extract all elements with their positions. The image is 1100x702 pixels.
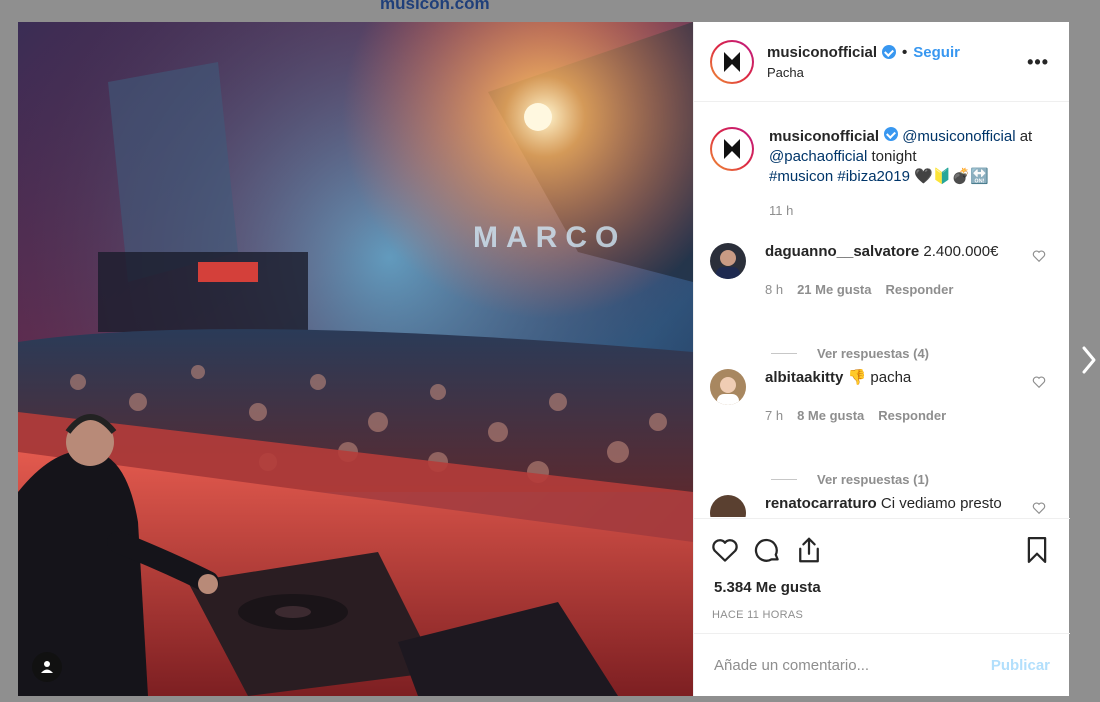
comment-username[interactable]: albitaakitty	[765, 369, 843, 386]
user-tag-icon[interactable]	[32, 652, 62, 682]
post-username[interactable]: musiconofficial	[767, 44, 877, 61]
like-comment-heart-icon[interactable]	[1032, 249, 1046, 263]
hashtag-links[interactable]: #musicon #ibiza2019	[769, 168, 910, 185]
post-header: musiconofficial • Seguir Pacha •••	[694, 22, 1069, 102]
photo-sign-text: MARCO	[473, 221, 626, 254]
caption-text: at	[1015, 128, 1033, 145]
follow-button[interactable]: Seguir	[913, 44, 960, 61]
comment-likes[interactable]: 21 Me gusta	[797, 281, 871, 299]
caption-time[interactable]: 11 h	[769, 201, 1059, 221]
view-replies[interactable]: Ver respuestas (4)	[771, 346, 929, 361]
post-location[interactable]: Pacha	[767, 65, 960, 80]
mention-link[interactable]: @pachaofficial	[769, 148, 867, 165]
concert-image: MARCO	[18, 22, 693, 696]
comment-text: Ci vediamo presto	[876, 495, 1002, 512]
post-photo[interactable]: MARCO	[18, 22, 693, 696]
post-modal: MARCO musiconofficial • Seguir Pacha •••…	[18, 22, 1070, 696]
comment-item: albitaakitty 👎 pacha 7 h 8 Me gusta Resp…	[710, 369, 1060, 425]
post-caption: musiconofficial @musiconofficial at @pac…	[710, 127, 1060, 221]
comments-list[interactable]: musiconofficial @musiconofficial at @pac…	[694, 103, 1070, 517]
comment-likes[interactable]: 8 Me gusta	[797, 407, 864, 425]
comment-text: 👎 pacha	[843, 369, 912, 386]
like-comment-heart-icon[interactable]	[1032, 501, 1046, 515]
caption-avatar[interactable]	[710, 127, 754, 171]
separator-dot: •	[902, 43, 908, 61]
next-post-chevron-right-icon[interactable]	[1078, 335, 1100, 385]
comment-text: 2.400.000€	[919, 243, 999, 260]
more-options-icon[interactable]: •••	[1027, 52, 1049, 73]
comment-username[interactable]: daguanno__salvatore	[765, 243, 919, 260]
verified-badge-icon	[884, 127, 899, 141]
reply-button[interactable]: Responder	[886, 281, 954, 299]
mention-link[interactable]: @musiconofficial	[902, 128, 1015, 145]
comment-username[interactable]: renatocarraturo	[765, 495, 877, 512]
comment-time[interactable]: 8 h	[765, 281, 783, 299]
musicon-logo-icon	[724, 139, 740, 159]
view-replies-label[interactable]: Ver respuestas (4)	[817, 346, 929, 361]
site-title[interactable]: musicon.com	[380, 0, 490, 14]
caption-username[interactable]: musiconofficial	[769, 128, 879, 145]
like-comment-heart-icon[interactable]	[1032, 375, 1046, 389]
add-comment-bar: Publicar	[694, 633, 1070, 696]
view-replies-label[interactable]: Ver respuestas (1)	[817, 472, 929, 487]
caption-text: tonight	[867, 148, 917, 165]
comment-avatar[interactable]	[710, 243, 746, 279]
likes-count[interactable]: 5.384 Me gusta	[714, 579, 821, 596]
comment-input[interactable]	[714, 656, 991, 674]
comment-item: renatocarraturo Ci vediamo presto	[710, 495, 1060, 517]
post-actions: 5.384 Me gusta HACE 11 HORAS	[694, 518, 1070, 633]
verified-badge-icon	[882, 45, 897, 59]
share-icon[interactable]	[794, 535, 824, 565]
comment-avatar[interactable]	[710, 369, 746, 405]
publish-button[interactable]: Publicar	[991, 657, 1050, 674]
like-heart-icon[interactable]	[710, 535, 740, 565]
comment-item: daguanno__salvatore 2.400.000€ 8 h 21 Me…	[710, 243, 1060, 299]
comment-bubble-icon[interactable]	[752, 535, 782, 565]
reply-button[interactable]: Responder	[878, 407, 946, 425]
view-replies[interactable]: Ver respuestas (1)	[771, 472, 929, 487]
comment-avatar[interactable]	[710, 495, 746, 517]
posted-time[interactable]: HACE 11 HORAS	[712, 609, 803, 621]
caption-emojis: 🖤🔰💣🔛	[914, 168, 989, 185]
avatar[interactable]	[710, 39, 754, 84]
post-sidebar: musiconofficial • Seguir Pacha ••• music…	[693, 22, 1070, 696]
comment-time[interactable]: 7 h	[765, 407, 783, 425]
save-bookmark-icon[interactable]	[1022, 535, 1052, 565]
musicon-logo-icon	[724, 51, 740, 72]
